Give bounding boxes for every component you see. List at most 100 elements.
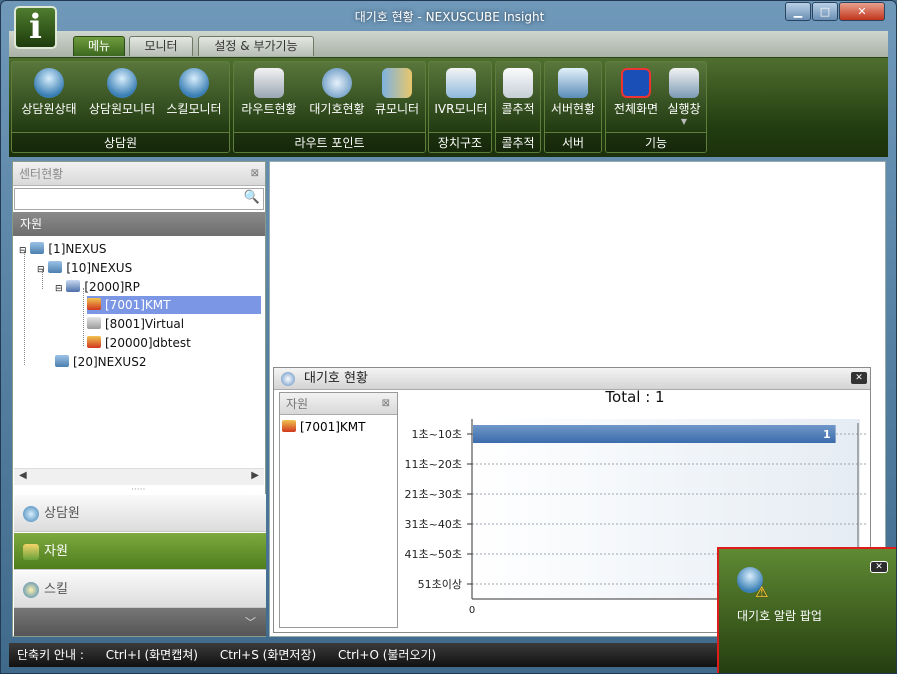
collapse-icon[interactable]: ⊟ xyxy=(55,284,63,294)
resource-tree: ⊟ [1]NEXUS ⊟ [10]NEXUS ⊟ [2000]RP [7001]… xyxy=(13,238,263,470)
tree-node[interactable]: ⊟ [10]NEXUS xyxy=(37,259,132,277)
ribbon-tab-strip: 메뉴 모니터 설정 & 부가기능 xyxy=(9,31,888,57)
agent-icon xyxy=(282,420,296,432)
nav-skill-button[interactable]: 스킬 xyxy=(14,570,266,608)
ribbon-group-server: 서버현황 서버 xyxy=(544,61,602,153)
close-icon[interactable]: ✕ xyxy=(870,561,888,573)
agent-icon xyxy=(87,298,101,310)
nav-agent-button[interactable]: 상담원 xyxy=(14,494,266,532)
app-window: 대기호 현황 - NEXUSCUBE Insight ▁ □ ✕ i 메뉴 모니… xyxy=(0,0,897,674)
window-title: 대기호 현황 - NEXUSCUBE Insight xyxy=(354,10,545,24)
agent-icon xyxy=(87,317,101,329)
waiting-call-icon xyxy=(281,372,295,386)
shortcut-capture: Ctrl+I (화면캡쳐) xyxy=(105,648,198,662)
panel-title-bar[interactable]: 대기호 현황 ✕ xyxy=(274,368,870,390)
server-status-icon xyxy=(558,68,588,98)
minimize-button[interactable]: ▁ xyxy=(785,2,811,21)
ribbon-group-label: 서버 xyxy=(545,132,601,152)
tree-node[interactable]: [8001]Virtual xyxy=(87,315,184,333)
warning-icon: ⚠ xyxy=(755,583,769,601)
waiting-call-icon xyxy=(322,68,352,98)
resource-list-header[interactable]: 자원 ⊠ xyxy=(280,393,397,415)
search-icon[interactable]: 🔍 xyxy=(244,190,260,205)
ribbon: 상담원상태 상담원모니터 스킬모니터 상담원 라우트현황 대기호현황 큐모니터 … xyxy=(9,57,888,157)
route-status-icon xyxy=(254,68,284,98)
ivr-monitor-button[interactable]: IVR모니터 xyxy=(430,64,492,122)
ribbon-group-function: 전체화면 실행창 ▼ 기능 xyxy=(605,61,707,153)
tree-node[interactable]: ⊟ [1]NEXUS xyxy=(19,240,107,258)
search-input[interactable]: 🔍 xyxy=(14,188,264,210)
call-trace-button[interactable]: 콜추적 xyxy=(496,64,540,122)
app-logo[interactable]: i xyxy=(14,6,57,49)
dropdown-arrow-icon: ▼ xyxy=(680,117,688,126)
resource-icon xyxy=(23,544,39,560)
nav-footer[interactable]: ﹀ xyxy=(14,608,266,636)
nav-resource-button[interactable]: 자원 xyxy=(14,532,266,570)
waiting-call-button[interactable]: 대기호현황 xyxy=(304,64,370,122)
collapse-icon[interactable]: ⊟ xyxy=(19,246,27,256)
tab-settings[interactable]: 설정 & 부가기능 xyxy=(198,36,314,56)
server-icon xyxy=(30,242,45,254)
server-icon xyxy=(48,261,63,273)
agent-status-icon xyxy=(34,68,64,98)
resource-section-label: 자원 xyxy=(13,212,265,236)
close-button[interactable]: ✕ xyxy=(839,2,885,21)
shortcut-open: Ctrl+O (불러오기) xyxy=(338,648,437,662)
scroll-right-icon[interactable]: ▶ xyxy=(251,470,259,481)
tree-node-selected[interactable]: [7001]KMT xyxy=(87,296,261,314)
route-status-button[interactable]: 라우트현황 xyxy=(236,64,302,122)
ribbon-group-agent: 상담원상태 상담원모니터 스킬모니터 상담원 xyxy=(11,61,230,153)
tree-line xyxy=(83,288,84,346)
ribbon-group-label: 장치구조 xyxy=(429,132,491,152)
agent-status-button[interactable]: 상담원상태 xyxy=(16,64,82,122)
status-bar: 단축키 안내 : Ctrl+I (화면캡쳐) Ctrl+S (화면저장) Ctr… xyxy=(9,643,717,667)
skill-icon xyxy=(23,582,39,598)
server-status-button[interactable]: 서버현황 xyxy=(545,64,601,122)
tab-menu[interactable]: 메뉴 xyxy=(73,36,125,56)
shortcut-guide-label: 단축키 안내 : xyxy=(17,648,84,662)
waiting-call-alarm-popup[interactable]: ✕ ⚠ 대기호 알람 팝업 xyxy=(717,547,896,673)
y-tick-label: 11초~20초 xyxy=(405,458,462,471)
ribbon-group-label: 상담원 xyxy=(12,132,229,152)
ribbon-group-device: IVR모니터 장치구조 xyxy=(428,61,492,153)
collapse-icon[interactable]: ⊟ xyxy=(37,265,45,275)
chart-bar[interactable] xyxy=(473,425,836,443)
panel-menu-icon[interactable]: ⊠ xyxy=(382,393,390,415)
skill-monitor-icon xyxy=(179,68,209,98)
title-bar[interactable]: 대기호 현황 - NEXUSCUBE Insight ▁ □ ✕ xyxy=(1,1,896,31)
x-tick-label: 0 xyxy=(469,605,475,616)
ribbon-group-call-trace: 콜추적 콜추적 xyxy=(495,61,541,153)
run-window-icon xyxy=(669,68,699,98)
shortcut-save: Ctrl+S (화면저장) xyxy=(219,648,317,662)
agent-monitor-button[interactable]: 상담원모니터 xyxy=(84,64,160,122)
queue-monitor-button[interactable]: 큐모니터 xyxy=(368,64,426,122)
ribbon-group-label: 콜추적 xyxy=(496,132,540,152)
panel-header[interactable]: 센터현황 ⊠ xyxy=(13,162,265,186)
scroll-left-icon[interactable]: ◀ xyxy=(19,470,27,481)
skill-monitor-button[interactable]: 스킬모니터 xyxy=(162,64,226,122)
ivr-monitor-icon xyxy=(446,68,476,98)
y-tick-label: 31초~40초 xyxy=(405,518,462,531)
tab-monitor[interactable]: 모니터 xyxy=(129,36,193,56)
queue-monitor-icon xyxy=(382,68,412,98)
run-window-button[interactable]: 실행창 ▼ xyxy=(662,64,706,126)
horizontal-scrollbar[interactable]: ◀ ▶ xyxy=(14,468,264,485)
fullscreen-button[interactable]: 전체화면 xyxy=(608,64,664,122)
tree-node[interactable]: ⊟ [2000]RP xyxy=(55,278,140,296)
popup-message: 대기호 알람 팝업 xyxy=(737,609,822,623)
close-icon[interactable]: ✕ xyxy=(851,372,867,384)
panel-menu-icon[interactable]: ⊠ xyxy=(251,162,259,186)
list-item[interactable]: [7001]KMT xyxy=(282,420,365,434)
ribbon-group-route-point: 라우트현황 대기호현황 큐모니터 라우트 포인트 xyxy=(233,61,426,153)
route-point-icon xyxy=(66,280,81,292)
y-tick-label: 51초이상 xyxy=(418,578,462,591)
maximize-button[interactable]: □ xyxy=(812,2,838,21)
y-tick-label: 41초~50초 xyxy=(405,548,462,561)
tree-node[interactable]: [20000]dbtest xyxy=(87,334,191,352)
data-label: 1 xyxy=(823,428,831,441)
tree-line xyxy=(24,251,25,365)
chevron-down-icon[interactable]: ﹀ xyxy=(245,614,256,630)
fullscreen-icon xyxy=(621,68,651,98)
tree-node[interactable]: [20]NEXUS2 xyxy=(55,353,146,371)
server-icon xyxy=(55,355,69,367)
